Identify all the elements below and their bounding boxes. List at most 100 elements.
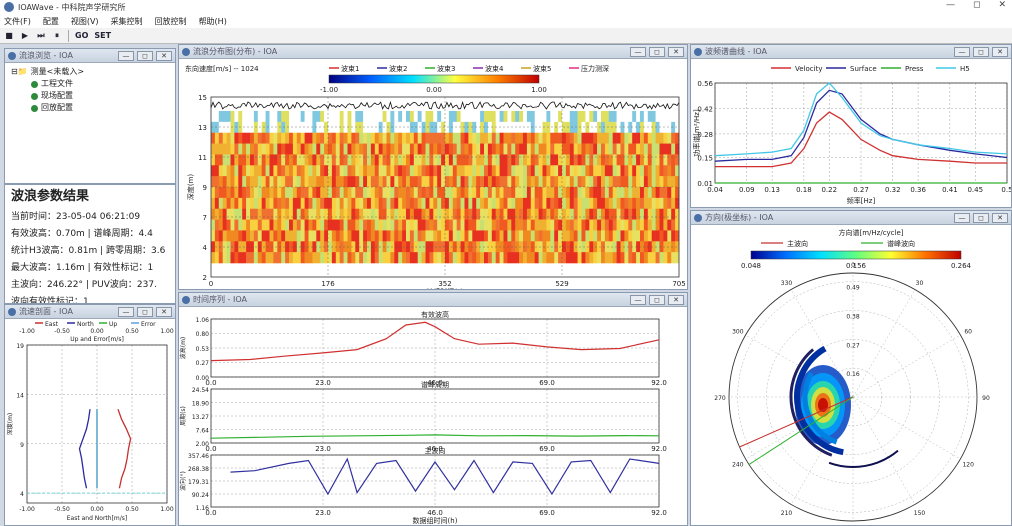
- panel-close-button[interactable]: ✕: [156, 306, 172, 317]
- go-button[interactable]: GO: [75, 30, 88, 42]
- maximize-button[interactable]: ◻: [973, 0, 980, 10]
- panel-close-button[interactable]: ✕: [668, 46, 684, 57]
- tree-item-project-file[interactable]: 工程文件: [11, 78, 169, 90]
- heatmap-cell: [480, 219, 485, 231]
- heatmap-cell: [351, 230, 356, 242]
- y-tick-label: 11: [198, 154, 207, 162]
- heatmap-cell: [285, 143, 290, 155]
- heatmap-cell: [265, 154, 270, 166]
- panel-close-button[interactable]: ✕: [992, 212, 1008, 223]
- panel-minimize-button[interactable]: —: [954, 46, 970, 57]
- heatmap-cell: [499, 208, 504, 220]
- heatmap-cell: [406, 176, 411, 188]
- heatmap-cell: [655, 132, 660, 144]
- x-tick-label: 23.0: [315, 509, 331, 517]
- heatmap-cell: [394, 187, 399, 199]
- heatmap-cell: [421, 165, 426, 177]
- panel-close-button[interactable]: ✕: [992, 46, 1008, 57]
- heatmap-cell: [593, 154, 598, 166]
- heatmap-cell: [413, 187, 418, 199]
- heatmap-cell: [351, 121, 356, 134]
- heatmap-cell: [257, 143, 262, 155]
- heatmap-cell: [550, 187, 555, 199]
- menu-view[interactable]: 视图(V): [71, 16, 99, 27]
- heatmap-cell: [386, 121, 391, 134]
- heatmap-cell: [351, 219, 356, 231]
- panel-close-button[interactable]: ✕: [668, 294, 684, 305]
- heatmap-cell: [421, 154, 426, 166]
- heatmap-cell: [647, 121, 652, 134]
- heatmap-cell: [526, 121, 532, 134]
- heatmap-cell: [526, 143, 532, 155]
- heatmap-cell: [425, 111, 430, 123]
- panel-restore-button[interactable]: ◻: [649, 294, 665, 305]
- heatmap-cell: [632, 111, 637, 123]
- close-button[interactable]: ✕: [998, 0, 1006, 10]
- heatmap-cell: [554, 132, 559, 144]
- heatmap-cell: [515, 176, 520, 188]
- heatmap-cell: [601, 197, 606, 210]
- panel-minimize-button[interactable]: —: [118, 50, 134, 61]
- heatmap-cell: [456, 154, 461, 166]
- heatmap-cell: [413, 230, 418, 242]
- heatmap-cell: [312, 132, 317, 144]
- heatmap-cell: [526, 132, 532, 144]
- heatmap-cell: [565, 219, 571, 231]
- stop-icon[interactable]: ■: [4, 30, 14, 42]
- heatmap-cell: [308, 143, 313, 155]
- heatmap-cell: [507, 219, 512, 231]
- heatmap-cell: [273, 230, 278, 242]
- heatmap-cell: [608, 121, 613, 134]
- menu-help[interactable]: 帮助(H): [199, 16, 227, 27]
- heatmap-cell: [253, 111, 259, 123]
- play-icon[interactable]: ▶: [20, 30, 30, 42]
- panel-minimize-button[interactable]: —: [630, 294, 646, 305]
- legend-label: 波束3: [437, 64, 455, 73]
- heatmap-cell: [484, 176, 489, 188]
- tree-root[interactable]: ⊟📁 测量<未载入>: [11, 66, 169, 78]
- heatmap-cell: [577, 219, 582, 231]
- heatmap-cell: [643, 197, 649, 210]
- y-tick-label: 4: [20, 491, 24, 498]
- panel-minimize-button[interactable]: —: [630, 46, 646, 57]
- heatmap-cell: [534, 165, 539, 177]
- heatmap-cell: [507, 230, 512, 242]
- step-icon[interactable]: ⏭: [36, 30, 46, 42]
- tree-item-site-config[interactable]: 现场配置: [11, 90, 169, 102]
- menu-acquisition[interactable]: 采集控制: [111, 16, 143, 27]
- heatmap-cell: [351, 143, 356, 155]
- heatmap-cell: [230, 121, 235, 134]
- panel-header: 流浪浏览 - IOA — ◻ ✕: [5, 49, 175, 63]
- heatmap-cell: [429, 208, 434, 220]
- heatmap-cell: [612, 187, 617, 199]
- subplot-title: 主波向: [425, 446, 446, 455]
- panel-restore-button[interactable]: ◻: [137, 306, 153, 317]
- panel-restore-button[interactable]: ◻: [137, 50, 153, 61]
- heatmap-cell: [597, 219, 602, 231]
- y-tick-label: 1.16: [196, 505, 210, 512]
- legend-label: 波束5: [533, 64, 551, 73]
- x-top-tick-label: -0.50: [54, 328, 70, 335]
- heatmap-cell: [554, 121, 559, 134]
- panel-minimize-button[interactable]: —: [954, 212, 970, 223]
- panel-minimize-button[interactable]: —: [118, 306, 134, 317]
- heatmap-cell: [292, 208, 298, 220]
- heatmap-cell: [577, 197, 582, 210]
- colorbar-tick: -1.00: [320, 86, 338, 94]
- menu-file[interactable]: 文件(F): [4, 16, 31, 27]
- menu-playback[interactable]: 回放控制: [155, 16, 187, 27]
- heatmap-cell: [519, 176, 524, 188]
- tree-item-playback-config[interactable]: 回放配置: [11, 102, 169, 114]
- panel-restore-button[interactable]: ◻: [973, 212, 989, 223]
- heatmap-cell: [445, 176, 450, 188]
- panel-close-button[interactable]: ✕: [156, 50, 172, 61]
- set-button[interactable]: SET: [94, 30, 111, 42]
- panel-restore-button[interactable]: ◻: [649, 46, 665, 57]
- minimize-button[interactable]: —: [946, 0, 955, 10]
- heatmap-cell: [374, 208, 379, 220]
- heatmap-cell: [351, 165, 356, 177]
- pause-icon[interactable]: ⏸: [52, 30, 62, 42]
- panel-restore-button[interactable]: ◻: [973, 46, 989, 57]
- heatmap-cell: [593, 230, 598, 242]
- menu-config[interactable]: 配置: [43, 16, 59, 27]
